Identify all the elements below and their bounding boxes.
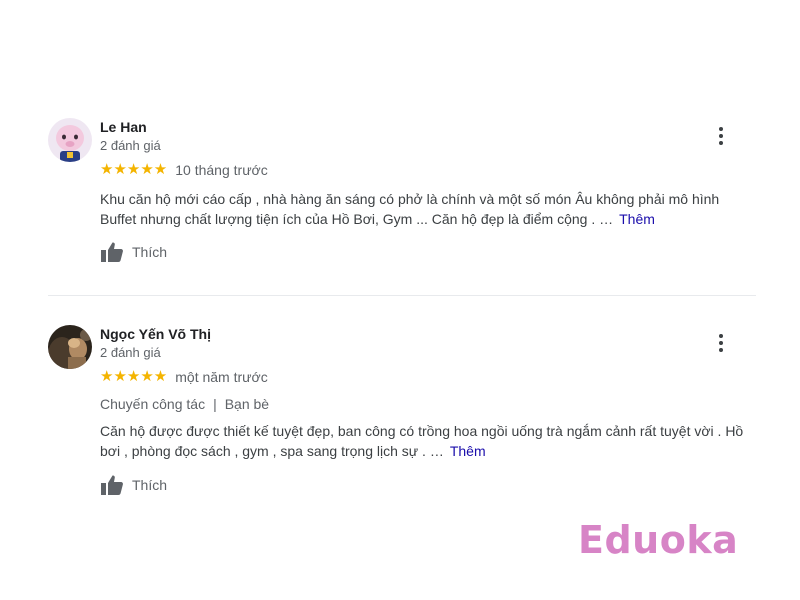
review-time: một năm trước [175,369,268,385]
like-label: Thích [132,477,168,493]
rating-row: ★★★★★ một năm trước [100,368,268,386]
star-rating: ★★★★★ [100,368,168,385]
more-vert-icon [719,127,723,131]
more-vert-icon-dot [719,141,723,145]
review-count: 2 đánh giá [100,345,161,360]
thumbs-up-icon [101,242,123,262]
more-vert-icon-dot [719,341,723,345]
review-time: 10 tháng trước [175,162,268,178]
like-button[interactable]: Thích [100,473,167,497]
review-text: Khu căn hộ mới cáo cấp , nhà hàng ăn sán… [100,189,756,229]
reviewer-name[interactable]: Ngọc Yến Võ Thị [100,326,211,342]
review-text-body: Căn hộ được được thiết kế tuyệt đẹp, ban… [100,423,744,459]
more-link[interactable]: Thêm [450,443,486,459]
avatar[interactable] [48,325,92,369]
more-vert-icon-dot [719,134,723,138]
tag-separator: | [213,396,217,412]
eduoka-watermark-logo: Eduoka [578,518,739,562]
companion-tag: Bạn bè [224,396,270,412]
trip-type-tag: Chuyến công tác [100,396,206,412]
trip-tags: Chuyến công tác | Bạn bè [100,396,269,412]
more-options-button[interactable] [714,333,728,353]
more-vert-icon-dot [719,348,723,352]
thumbs-up-icon [101,475,123,495]
divider [48,295,756,296]
avatar[interactable] [48,118,92,162]
review-text: Căn hộ được được thiết kế tuyệt đẹp, ban… [100,421,756,461]
like-button[interactable]: Thích [100,240,167,264]
review-count: 2 đánh giá [100,138,161,153]
reviewer-name[interactable]: Le Han [100,119,147,135]
more-options-button[interactable] [714,126,728,146]
more-vert-icon [719,334,723,338]
like-label: Thích [132,244,168,260]
star-rating: ★★★★★ [100,161,168,178]
more-link[interactable]: Thêm [619,211,655,227]
rating-row: ★★★★★ 10 tháng trước [100,161,268,179]
